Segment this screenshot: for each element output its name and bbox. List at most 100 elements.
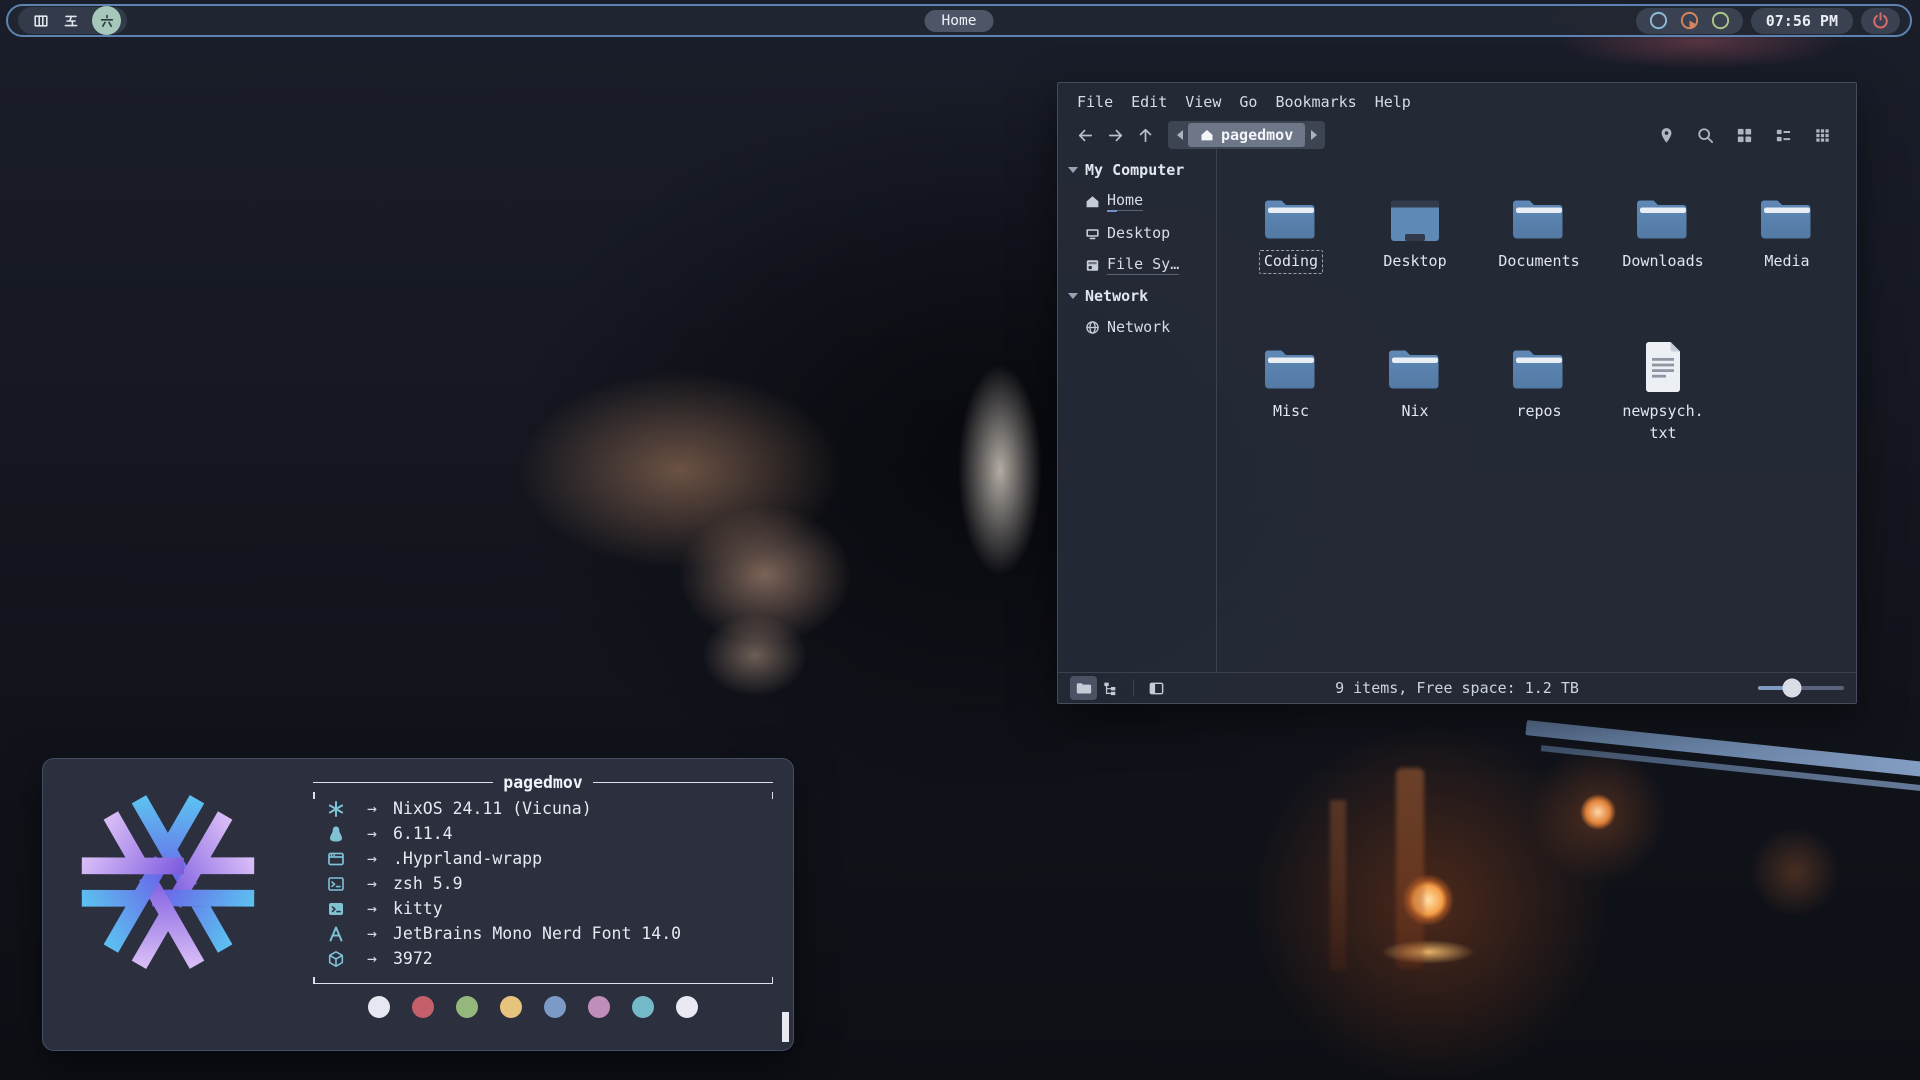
icon-size-slider[interactable] xyxy=(1758,679,1844,697)
menu-view[interactable]: View xyxy=(1176,93,1230,111)
sidebar-item-label: Network xyxy=(1107,318,1170,336)
fetch-value: .Hyprland-wrapp xyxy=(393,849,542,868)
sidebar-item-home[interactable]: Home xyxy=(1068,185,1216,217)
expander-triangle-icon[interactable] xyxy=(1068,293,1078,299)
menu-file[interactable]: File xyxy=(1068,93,1122,111)
path-segment-home[interactable]: pagedmov xyxy=(1188,123,1305,147)
fetch-row: →zsh 5.9 xyxy=(327,871,763,896)
fetch-row: →JetBrains Mono Nerd Font 14.0 xyxy=(327,921,763,946)
fetch-hostname: pagedmov xyxy=(493,773,592,792)
statusbar-divider xyxy=(1133,679,1134,697)
box-corner xyxy=(313,977,315,984)
arrow-icon: → xyxy=(351,799,393,818)
palette-dot-3 xyxy=(456,996,478,1018)
tray-circle-orange[interactable] xyxy=(1679,10,1700,31)
arrow-icon: → xyxy=(351,924,393,943)
places-pane-button[interactable] xyxy=(1070,676,1097,700)
fetch-row: →.Hyprland-wrapp xyxy=(327,846,763,871)
box-corner xyxy=(313,792,315,799)
fetch-row: →6.11.4 xyxy=(327,821,763,846)
arrow-icon: → xyxy=(351,874,393,893)
top-bar: Home 07:56 PM xyxy=(6,4,1912,37)
palette-dot-5 xyxy=(544,996,566,1018)
path-segment-label: pagedmov xyxy=(1221,126,1293,144)
file-item-label: Documents xyxy=(1493,250,1584,274)
menu-go[interactable]: Go xyxy=(1230,93,1266,111)
network-globe-icon xyxy=(1085,320,1100,335)
arrow-icon: → xyxy=(351,949,393,968)
file-item-nix[interactable]: Nix xyxy=(1353,335,1477,485)
file-manager-statusbar: 9 items, Free space: 1.2 TB xyxy=(1058,672,1856,703)
folder-icon xyxy=(1262,185,1320,243)
folder-icon xyxy=(1510,335,1568,393)
workspace-button-3[interactable] xyxy=(92,6,121,35)
palette-dot-6 xyxy=(588,996,610,1018)
sidebar-section-network[interactable]: Network xyxy=(1068,281,1216,311)
fetch-value: JetBrains Mono Nerd Font 14.0 xyxy=(393,924,681,943)
file-item-coding[interactable]: Coding xyxy=(1229,185,1353,335)
forward-button[interactable] xyxy=(1100,122,1130,148)
file-manager-sidebar: My ComputerHome Desktop File Sy… Network Net… xyxy=(1058,149,1216,672)
file-item-media[interactable]: Media xyxy=(1725,185,1849,335)
tray-circle-blue[interactable] xyxy=(1648,10,1669,31)
power-icon xyxy=(1871,11,1890,30)
folder-icon xyxy=(1510,185,1568,243)
file-item-repos[interactable]: repos xyxy=(1477,335,1601,485)
file-item-label: Coding xyxy=(1259,250,1323,274)
file-item-misc[interactable]: Misc xyxy=(1229,335,1353,485)
filesystem-icon xyxy=(1085,258,1100,273)
slider-thumb[interactable] xyxy=(1783,679,1802,698)
file-item-newpsych-txt[interactable]: newpsych. txt xyxy=(1601,335,1725,485)
workspace-button-1[interactable] xyxy=(32,12,50,30)
path-scroll-left-icon[interactable] xyxy=(1171,123,1188,147)
tray-circle-green[interactable] xyxy=(1710,10,1731,31)
compact-view-icon[interactable] xyxy=(1813,126,1832,145)
sidebar-item-desktop[interactable]: Desktop xyxy=(1068,217,1216,249)
fastfetch-rows: →NixOS 24.11 (Vicuna)→6.11.4→.Hyprland-w… xyxy=(313,793,773,977)
menu-edit[interactable]: Edit xyxy=(1122,93,1176,111)
folder-icon xyxy=(1758,185,1816,243)
file-item-desktop[interactable]: Desktop xyxy=(1353,185,1477,335)
icon-view-icon[interactable] xyxy=(1735,126,1754,145)
fetch-value: kitty xyxy=(393,899,443,918)
nixos-logo xyxy=(69,783,267,981)
list-view-icon[interactable] xyxy=(1774,126,1793,145)
clock[interactable]: 07:56 PM xyxy=(1751,8,1853,34)
sidebar-section-my-computer[interactable]: My Computer xyxy=(1068,155,1216,185)
workspace-button-2[interactable] xyxy=(62,12,80,30)
power-button[interactable] xyxy=(1861,8,1900,34)
search-icon[interactable] xyxy=(1696,126,1715,145)
active-window-title[interactable]: Home xyxy=(925,10,994,32)
sidebar-item-label: File Sy… xyxy=(1107,255,1179,275)
fetch-value: NixOS 24.11 (Vicuna) xyxy=(393,799,592,818)
fastfetch-output: pagedmov →NixOS 24.11 (Vicuna)→6.11.4→.H… xyxy=(313,771,773,984)
terminal-icon xyxy=(327,899,351,918)
sidebar-item-label: Desktop xyxy=(1107,224,1170,242)
fetch-row: →NixOS 24.11 (Vicuna) xyxy=(327,796,763,821)
fetch-value: zsh 5.9 xyxy=(393,874,463,893)
expander-triangle-icon[interactable] xyxy=(1068,167,1078,173)
directory-tree-button[interactable] xyxy=(1097,676,1124,700)
box-corner xyxy=(772,977,774,984)
sidebar-item-network[interactable]: Network xyxy=(1068,311,1216,343)
up-button[interactable] xyxy=(1130,122,1160,148)
menu-help[interactable]: Help xyxy=(1366,93,1420,111)
file-item-downloads[interactable]: Downloads xyxy=(1601,185,1725,335)
sidebar-item-file-sy-[interactable]: File Sy… xyxy=(1068,249,1216,281)
back-button[interactable] xyxy=(1070,122,1100,148)
folder-icon xyxy=(1386,335,1444,393)
location-pin-icon[interactable] xyxy=(1657,126,1676,145)
arrow-icon: → xyxy=(351,849,393,868)
toggle-sidebar-button[interactable] xyxy=(1143,676,1170,700)
file-item-label: Desktop xyxy=(1378,250,1451,274)
file-item-label: Media xyxy=(1759,250,1814,274)
file-item-label: Downloads xyxy=(1617,250,1708,274)
menu-bookmarks[interactable]: Bookmarks xyxy=(1266,93,1365,111)
file-item-label: newpsych. txt xyxy=(1617,400,1708,446)
file-item-label: repos xyxy=(1511,400,1566,424)
wallpaper-candle-glow xyxy=(1396,768,1424,968)
file-item-documents[interactable]: Documents xyxy=(1477,185,1601,335)
font-icon xyxy=(327,924,351,943)
path-scroll-right-icon[interactable] xyxy=(1305,123,1322,147)
arrow-icon: → xyxy=(351,824,393,843)
